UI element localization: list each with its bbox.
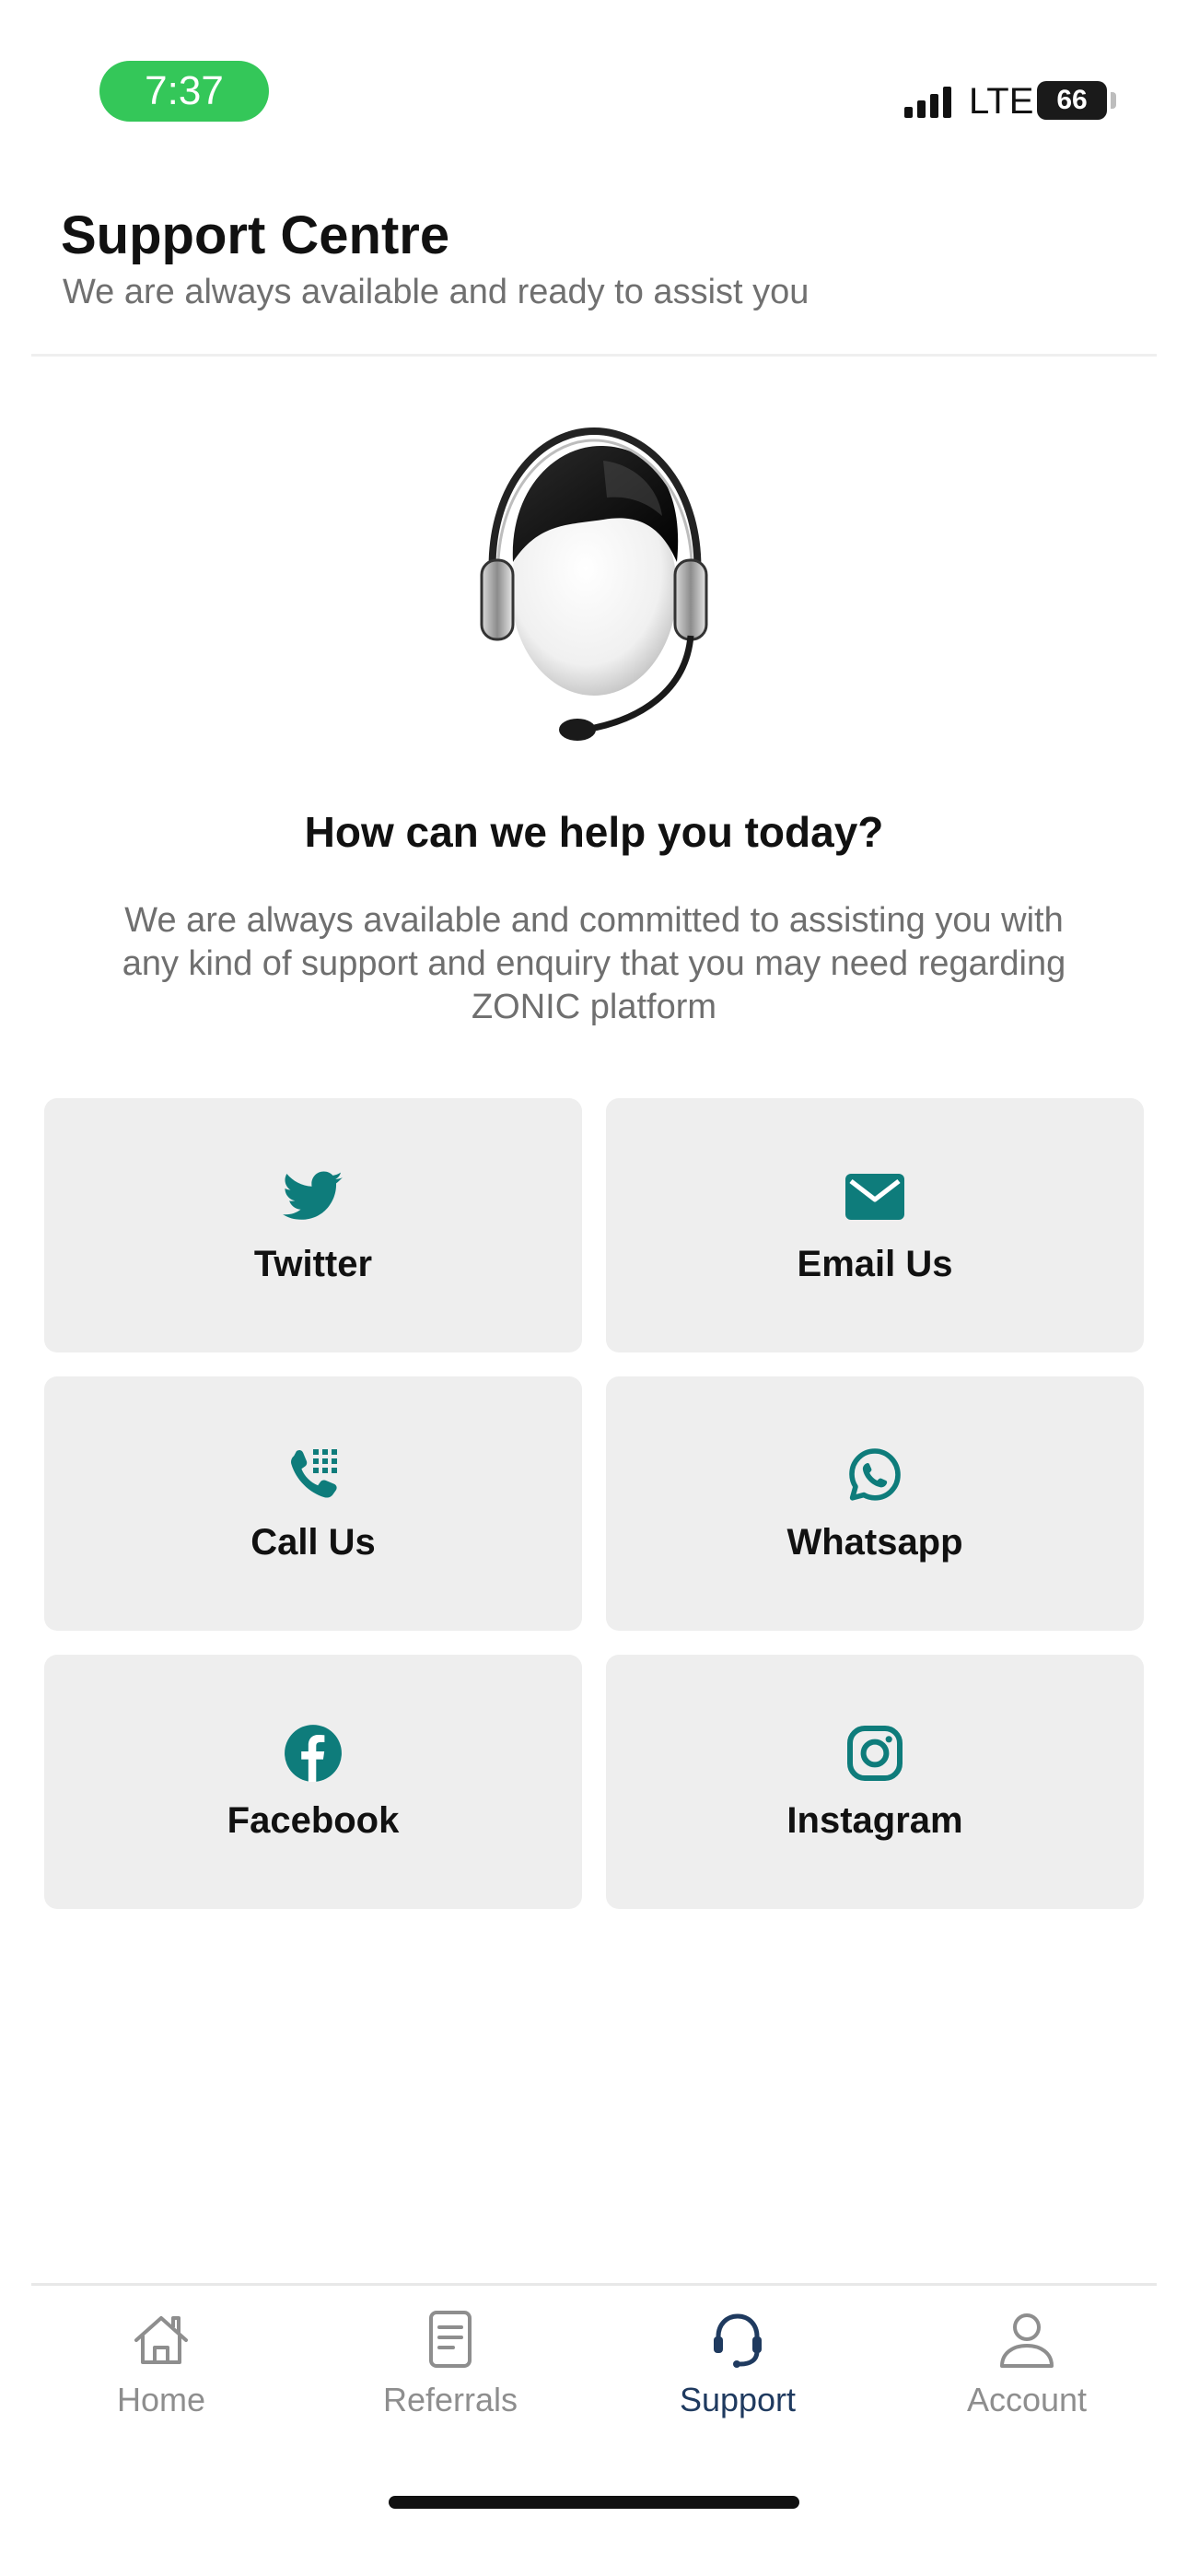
email-us-button[interactable]: Email Us (606, 1098, 1144, 1352)
status-time: 7:37 (99, 61, 269, 122)
whatsapp-label: Whatsapp (786, 1521, 963, 1563)
whatsapp-icon (844, 1445, 905, 1505)
facebook-label: Facebook (227, 1799, 400, 1841)
instagram-label: Instagram (786, 1799, 963, 1841)
email-icon (844, 1166, 905, 1227)
home-icon (134, 2316, 188, 2364)
nav-account-label: Account (966, 2381, 1088, 2418)
user-icon (1000, 2313, 1054, 2368)
call-us-button[interactable]: Call Us (44, 1376, 582, 1631)
page-subtitle: We are always available and ready to ass… (63, 273, 809, 311)
page-title: Support Centre (61, 205, 450, 265)
nav-support[interactable]: Support (623, 2303, 853, 2432)
help-heading: How can we help you today? (304, 808, 884, 856)
header-divider (31, 354, 1157, 357)
help-description: We are always available and committed to… (122, 901, 1066, 1026)
nav-referrals[interactable]: Referrals (335, 2303, 565, 2432)
nav-account[interactable]: Account (912, 2303, 1142, 2432)
document-icon (429, 2311, 472, 2368)
battery-icon: 66 (1037, 81, 1107, 120)
status-bar: 7:37 LTE 66 (0, 0, 1188, 157)
twitter-button[interactable]: Twitter (44, 1098, 582, 1352)
twitter-label: Twitter (253, 1243, 373, 1284)
instagram-button[interactable]: Instagram (606, 1655, 1144, 1909)
home-indicator[interactable] (389, 2496, 799, 2509)
bottom-nav: Home Referrals Support Account (0, 2303, 1188, 2441)
facebook-icon (283, 1723, 344, 1784)
nav-divider (31, 2283, 1157, 2286)
battery-level: 66 (1056, 85, 1088, 115)
nav-home[interactable]: Home (46, 2303, 276, 2432)
headset-agent-icon (480, 427, 708, 741)
twitter-icon (283, 1166, 344, 1227)
battery-nub (1111, 92, 1116, 109)
headset-icon (714, 2313, 762, 2368)
facebook-button[interactable]: Facebook (44, 1655, 582, 1909)
instagram-icon (844, 1723, 905, 1784)
whatsapp-button[interactable]: Whatsapp (606, 1376, 1144, 1631)
phone-dialpad-icon (283, 1445, 344, 1505)
nav-referrals-label: Referrals (382, 2381, 518, 2418)
signal-icon (904, 87, 951, 118)
email-us-label: Email Us (797, 1243, 953, 1284)
contact-options-grid: Twitter Email Us Call Us Whatsapp Facebo… (44, 1098, 1144, 1909)
network-type: LTE (969, 81, 1034, 122)
nav-support-label: Support (679, 2381, 797, 2418)
nav-home-label: Home (116, 2381, 206, 2418)
call-us-label: Call Us (250, 1521, 376, 1563)
